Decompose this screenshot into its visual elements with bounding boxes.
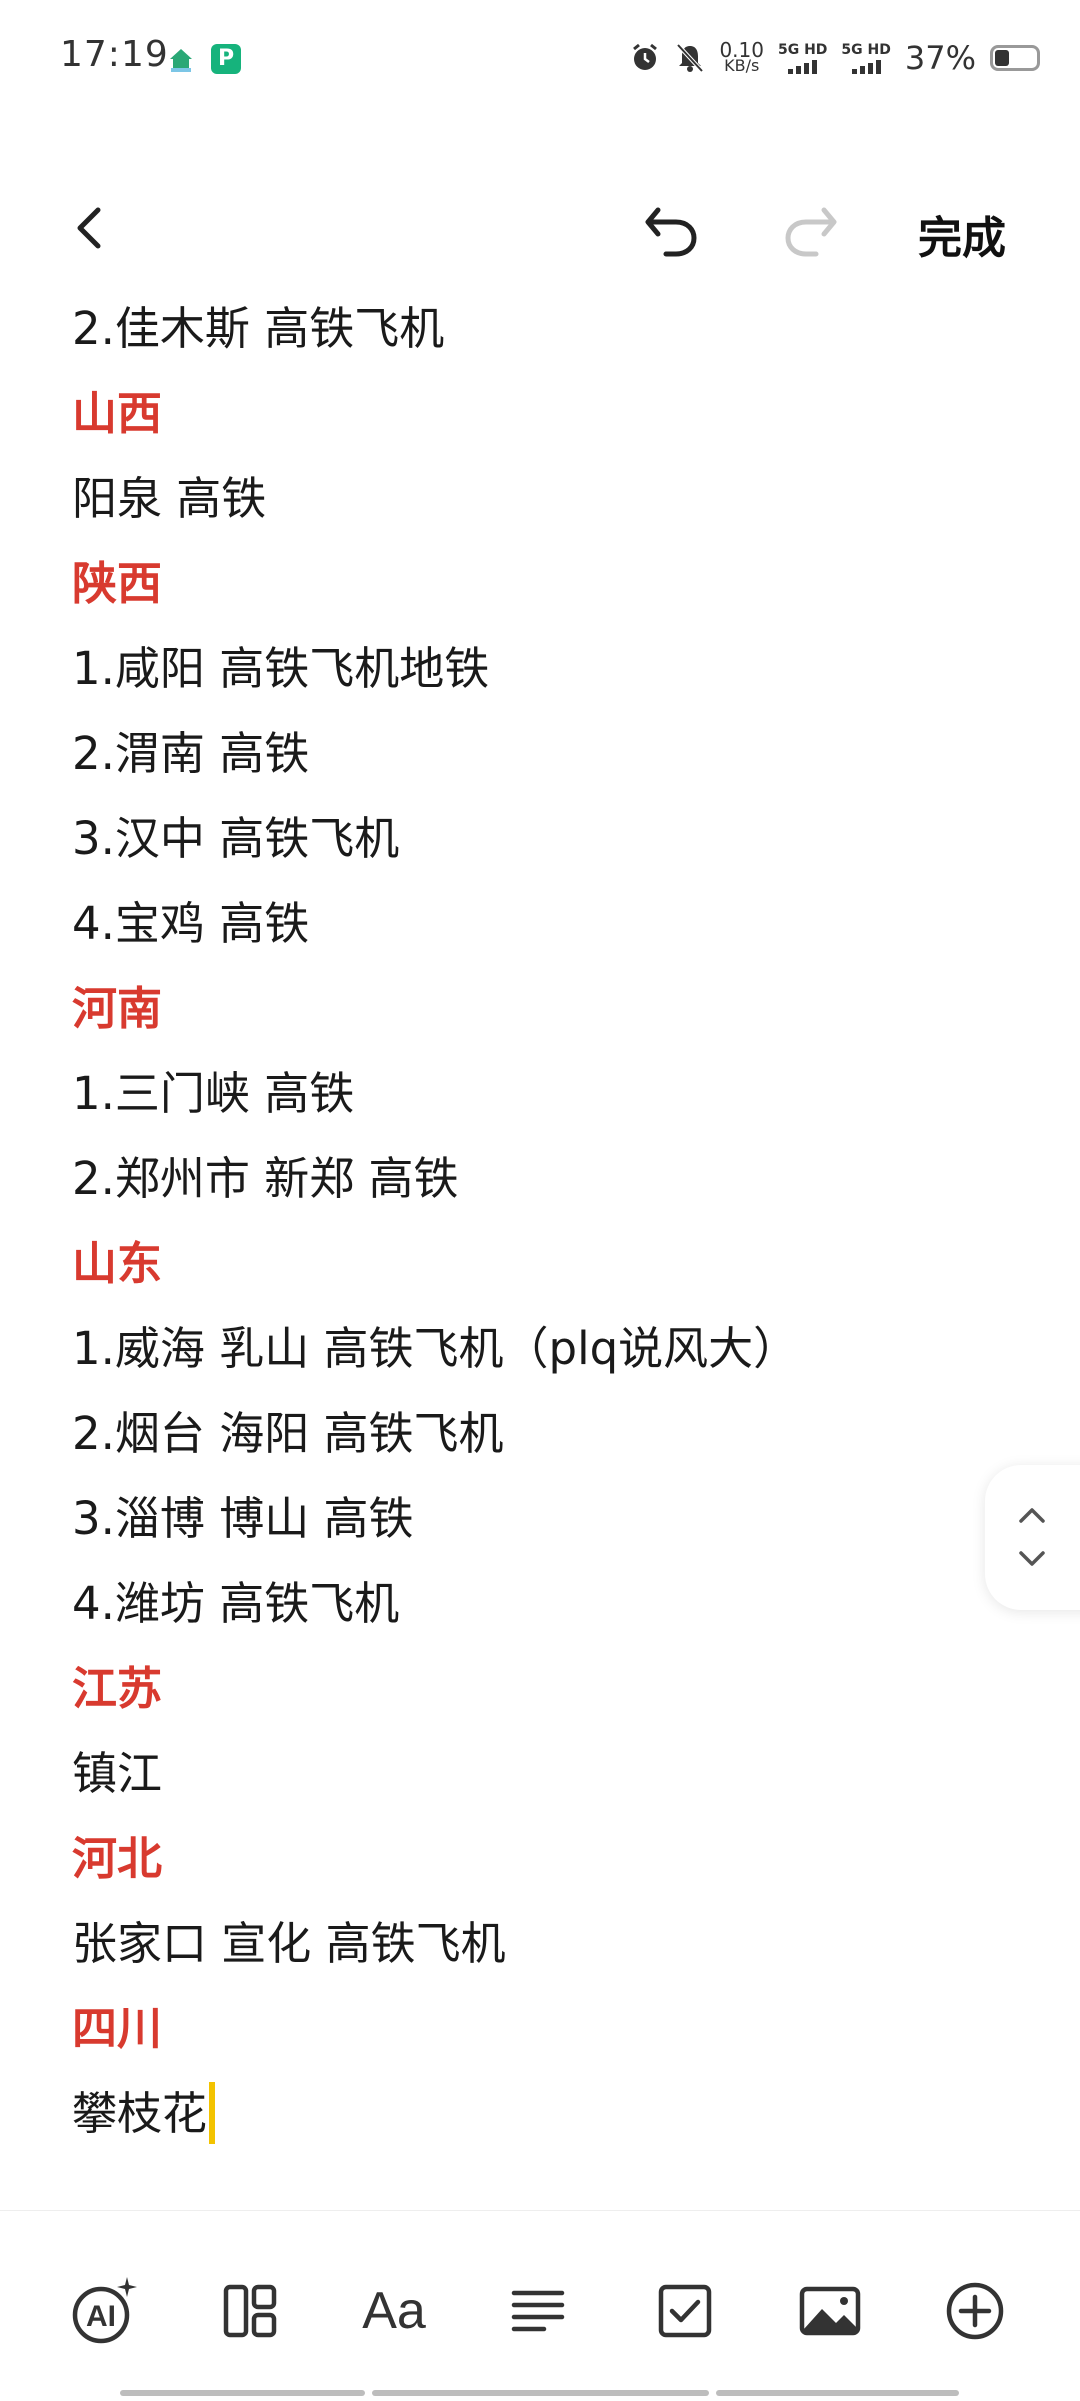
paragraph-align-icon — [511, 2290, 565, 2332]
layout-button[interactable] — [210, 2271, 290, 2351]
battery-icon — [990, 45, 1040, 71]
chevron-up-icon[interactable] — [1015, 1503, 1049, 1527]
redo-button[interactable] — [776, 196, 846, 266]
ai-assistant-button[interactable]: AI — [65, 2271, 145, 2351]
sim1-signal: 5G HD — [778, 43, 827, 74]
scroll-nav[interactable] — [985, 1465, 1080, 1610]
chevron-down-icon[interactable] — [1015, 1547, 1049, 1571]
note-text-line: 1.威海 乳山 高铁飞机（plq说风大） — [72, 1306, 972, 1391]
mute-bell-icon — [676, 43, 704, 73]
home-indicator-left — [120, 2390, 365, 2396]
note-line-text: 1.咸阳 高铁飞机地铁 — [72, 642, 490, 695]
note-line-text: 2.佳木斯 高铁飞机 — [72, 302, 445, 355]
note-text-line: 张家口 宣化 高铁飞机 — [72, 1901, 972, 1986]
note-line-text: 山西 — [72, 387, 163, 440]
note-line-text: 2.烟台 海阳 高铁飞机 — [72, 1407, 504, 1460]
text-format-icon: Aa — [362, 2282, 426, 2340]
note-line-text: 1.三门峡 高铁 — [72, 1067, 355, 1120]
note-line-text: 四川 — [72, 2002, 163, 2055]
note-line-text: 4.宝鸡 高铁 — [72, 897, 310, 950]
home-app-icon — [166, 44, 196, 74]
image-icon — [799, 2286, 861, 2336]
note-heading-line: 江苏 — [72, 1646, 972, 1731]
note-line-text: 河北 — [72, 1832, 163, 1885]
note-text-line: 2.渭南 高铁 — [72, 711, 972, 796]
note-heading-line: 河北 — [72, 1816, 972, 1901]
status-bar: 17:19 P 0.10 KB/s 5G HD 5G HD 37% — [0, 0, 1080, 110]
back-button[interactable] — [60, 198, 120, 258]
note-heading-line: 陕西 — [72, 541, 972, 626]
note-text-line: 攀枝花 — [72, 2071, 972, 2156]
alarm-icon — [633, 43, 658, 70]
note-line-text: 江苏 — [72, 1662, 163, 1715]
text-cursor — [209, 2082, 216, 2144]
note-line-text: 攀枝花 — [72, 2087, 208, 2140]
note-line-text: 山东 — [72, 1237, 163, 1290]
note-text-line: 2.郑州市 新郑 高铁 — [72, 1136, 972, 1221]
note-text-line: 2.佳木斯 高铁飞机 — [72, 286, 972, 371]
layout-icon — [223, 2284, 277, 2338]
note-line-text: 4.潍坊 高铁飞机 — [72, 1577, 400, 1630]
svg-text:AI: AI — [86, 2300, 116, 2333]
note-text-line: 4.宝鸡 高铁 — [72, 881, 972, 966]
checklist-button[interactable] — [645, 2271, 725, 2351]
status-time: 17:19 — [60, 34, 169, 75]
undo-icon — [645, 207, 697, 257]
paragraph-button[interactable] — [498, 2271, 578, 2351]
editor-toolbar: 完成 — [0, 180, 1080, 280]
note-heading-line: 山东 — [72, 1221, 972, 1306]
add-icon — [946, 2282, 1004, 2340]
note-line-text: 河南 — [72, 982, 163, 1035]
note-line-text: 1.威海 乳山 高铁飞机（plq说风大） — [72, 1322, 799, 1375]
note-text-line: 阳泉 高铁 — [72, 456, 972, 541]
note-line-text: 阳泉 高铁 — [72, 472, 267, 525]
note-line-text: 镇江 — [72, 1747, 163, 1800]
ai-assistant-icon: AI — [72, 2277, 137, 2344]
note-text-line: 3.汉中 高铁飞机 — [72, 796, 972, 881]
home-indicator-right — [716, 2390, 959, 2396]
note-text-line: 1.三门峡 高铁 — [72, 1051, 972, 1136]
home-indicator-center — [372, 2390, 709, 2396]
note-line-text: 3.汉中 高铁飞机 — [72, 812, 400, 865]
add-button[interactable] — [935, 2271, 1015, 2351]
battery-percent: 37% — [904, 39, 976, 77]
note-text-line: 3.淄博 博山 高铁 — [72, 1476, 972, 1561]
note-line-text: 陕西 — [72, 557, 163, 610]
redo-icon — [785, 207, 837, 257]
payment-app-icon: P — [211, 44, 241, 74]
insert-image-button[interactable] — [790, 2271, 870, 2351]
back-arrow-icon — [77, 207, 101, 249]
note-line-text: 张家口 宣化 高铁飞机 — [72, 1917, 506, 1970]
note-editor[interactable]: 2.佳木斯 高铁飞机 山西阳泉 高铁陕西 1.咸阳 高铁飞机地铁 2.渭南 高铁 3.汉… — [72, 286, 972, 2156]
note-heading-line: 河南 — [72, 966, 972, 1051]
note-line-text: 3.淄博 博山 高铁 — [72, 1492, 414, 1545]
done-button[interactable]: 完成 — [918, 202, 1006, 266]
note-text-line: 镇江 — [72, 1731, 972, 1816]
status-indicators: 0.10 KB/s 5G HD 5G HD 37% — [629, 36, 1040, 80]
sim2-signal: 5G HD — [841, 43, 891, 74]
note-heading-line: 山西 — [72, 371, 972, 456]
undo-button[interactable] — [636, 196, 706, 266]
text-style-button[interactable]: Aa — [354, 2271, 434, 2351]
network-speed: 0.10 KB/s — [719, 38, 764, 75]
note-text-line: 4.潍坊 高铁飞机 — [72, 1561, 972, 1646]
checklist-icon — [658, 2284, 712, 2338]
format-toolbar: AI Aa — [0, 2210, 1080, 2401]
note-line-text: 2.渭南 高铁 — [72, 727, 310, 780]
note-line-text: 2.郑州市 新郑 高铁 — [72, 1152, 459, 1205]
note-text-line: 1.咸阳 高铁飞机地铁 — [72, 626, 972, 711]
note-heading-line: 四川 — [72, 1986, 972, 2071]
note-text-line: 2.烟台 海阳 高铁飞机 — [72, 1391, 972, 1476]
